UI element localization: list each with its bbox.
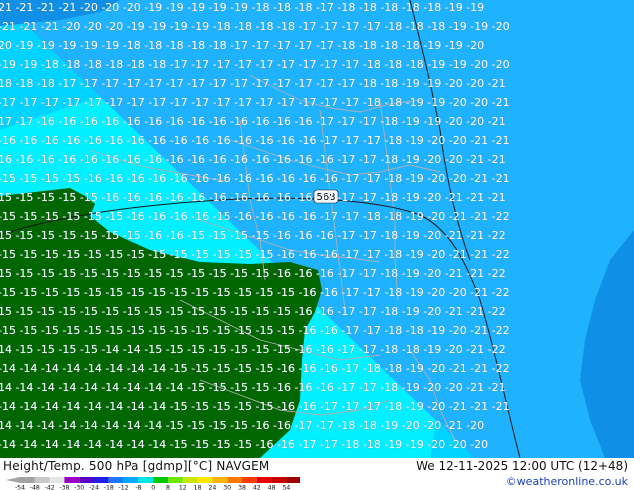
scale-swatch [153,477,168,483]
scale-swatch [242,477,257,483]
temperature-label-row: -15 -15 -15 -15 -15 -15 -15 -15 -15 -15 … [0,286,510,299]
scale-swatch [94,477,109,483]
scale-swatch [212,477,228,483]
scale-swatch [286,477,300,483]
temperature-label-row: -21 -21 -21 -21 -20 -20 -20 -19 -19 -19 … [0,1,484,14]
scale-tick-label: 48 [268,485,276,490]
temperature-label-row: -14 -14 -14 -14 -14 -14 -14 -14 -15 -15 … [0,362,510,375]
temperature-label-row: -17 -17 -17 -17 -17 -17 -17 -17 -17 -17 … [0,96,510,109]
temperature-label-row: -14 -14 -14 -14 -14 -14 -14 -14 -15 -15 … [0,419,484,432]
scale-swatch [49,477,65,483]
temperature-label-row: -15 -15 -15 -15 -15 -15 -15 -16 -16 -15 … [0,229,506,242]
color-scale: -54 -48 -42 -38 -30 -24 -18 -12 -8 0 8 12 18 24 30 38 42… [6,477,300,490]
scale-tick-label: 18 [194,485,202,490]
scale-swatch [168,477,183,483]
scale-tick-label: -42 [45,485,55,490]
scale-tick-label: -12 [119,485,129,490]
scale-arrow-left [6,477,20,483]
scale-tick-label: -38 [59,485,69,490]
temperature-label-row: -15 -15 -15 -15 -15 -15 -15 -15 -15 -15 … [0,324,510,337]
scale-swatch [271,477,287,483]
scale-tick-label: 8 [166,485,170,490]
temperature-label-row: -15 -15 -15 -15 -15 -15 -16 -16 -16 -16 … [0,210,510,223]
scale-swatch [182,477,198,483]
temperature-label-row: -20 -19 -19 -19 -19 -19 -18 -18 -18 -18 … [0,39,484,52]
temperature-label-row: -15 -15 -15 -15 -15 -15 -15 -15 -15 -15 … [0,305,506,318]
temperature-label-row: -15 -15 -15 -15 -15 -16 -16 -16 -16 -16 … [0,191,506,204]
scale-tick-label: 30 [223,485,231,490]
temperature-label-row: -18 -18 -18 -17 -17 -17 -17 -17 -17 -17 … [0,77,506,90]
scale-swatch [20,477,35,483]
valid-time: We 12-11-2025 12:00 UTC (12+48) [416,459,628,473]
temperature-label-row: -14 -14 -14 -14 -14 -14 -14 -14 -15 -15 … [0,400,510,413]
weather-map: 568 -21 -21 -21 -21 -20 -20 -20 -19 -19 … [0,0,634,458]
temperature-label-row: -16 -16 -16 -16 -16 -16 -16 -16 -16 -16 … [0,153,506,166]
scale-tick-label: -24 [89,485,99,490]
scale-swatch [227,477,242,483]
map-title: Height/Temp. 500 hPa [gdmp][°C] NAVGEM [3,459,270,473]
scale-swatch [79,477,94,483]
scale-tick-label: 12 [179,485,187,490]
weather-map-frame: 568 -21 -21 -21 -21 -20 -20 -20 -19 -19 … [0,0,634,490]
scale-tick-label: -30 [74,485,84,490]
scale-tick-label: -8 [135,485,141,490]
scale-swatch [34,477,50,483]
temperature-label-row: -14 -15 -15 -15 -15 -14 -14 -15 -15 -15 … [0,343,506,356]
credit-link[interactable]: ©weatheronline.co.uk [506,475,628,488]
scale-tick-label: -54 [15,485,25,490]
temperature-label-row: -21 -21 -21 -20 -20 -20 -19 -19 -19 -19 … [0,20,510,33]
temperature-label-row: -14 -14 -14 -14 -14 -14 -14 -14 -14 -15 … [0,381,506,394]
scale-swatch [108,477,124,483]
scale-tick-label: 38 [238,485,246,490]
scale-swatch [197,477,213,483]
scale-swatch [123,477,139,483]
scale-tick-label: 54 [282,485,290,490]
temperature-label-row: -14 -14 -14 -14 -14 -14 -14 -14 -15 -15 … [0,438,488,451]
temperature-label-row: -15 -15 -15 -15 -15 -15 -15 -15 -15 -15 … [0,267,506,280]
temperature-label-row: -15 -15 -15 -15 -15 -15 -15 -15 -15 -15 … [0,248,510,261]
scale-swatch [256,477,272,483]
scale-swatch [138,477,154,483]
scale-tick-label: 42 [253,485,261,490]
scale-swatch [64,477,80,483]
temperature-label-row: -19 -19 -18 -18 -18 -18 -18 -18 -17 -17 … [0,58,510,71]
temperature-label-row: -16 -16 -16 -16 -16 -16 -16 -16 -16 -16 … [0,134,510,147]
scale-tick-label: -18 [104,485,114,490]
scale-tick-label: 24 [208,485,216,490]
scale-tick-label: 0 [151,485,155,490]
temperature-label-row: -15 -15 -15 -15 -16 -16 -16 -16 -16 -16 … [0,172,510,185]
map-footer: Height/Temp. 500 hPa [gdmp][°C] NAVGEM W… [0,458,634,490]
scale-tick-label: -48 [30,485,40,490]
temperature-label-row: -17 -17 -16 -16 -16 -16 -16 -16 -16 -16 … [0,115,506,128]
